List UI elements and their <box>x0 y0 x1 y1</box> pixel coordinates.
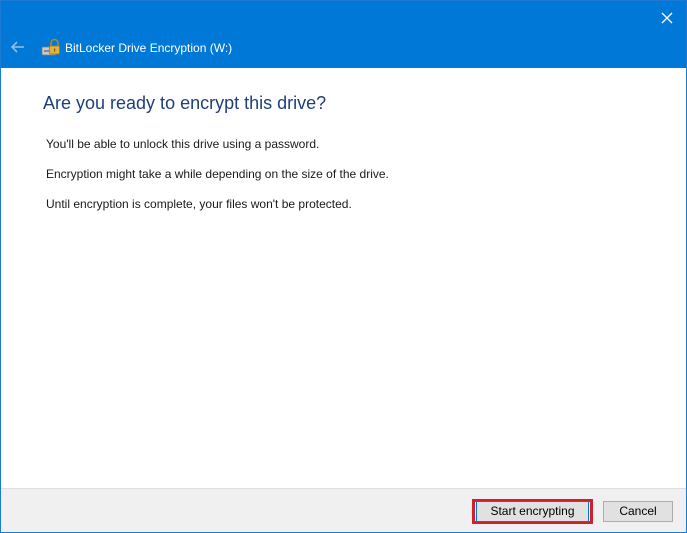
title-bar: BitLocker Drive Encryption (W:) <box>1 1 686 68</box>
back-arrow-icon <box>10 41 24 53</box>
cancel-button[interactable]: Cancel <box>603 501 673 522</box>
close-button[interactable] <box>656 7 678 29</box>
info-line-duration: Encryption might take a while depending … <box>46 167 389 181</box>
main-content: Are you ready to encrypt this drive? You… <box>1 68 686 488</box>
start-encrypting-button[interactable]: Start encrypting <box>476 501 589 522</box>
button-bar: Start encrypting Cancel <box>1 488 686 532</box>
window-title: BitLocker Drive Encryption (W:) <box>65 41 233 55</box>
bitlocker-window: BitLocker Drive Encryption (W:) Are you … <box>0 0 687 533</box>
bitlocker-drive-icon <box>41 38 61 58</box>
back-button[interactable] <box>9 38 27 56</box>
close-icon <box>661 12 673 24</box>
page-heading: Are you ready to encrypt this drive? <box>43 93 327 113</box>
info-line-protection: Until encryption is complete, your files… <box>46 197 352 211</box>
info-line-password: You'll be able to unlock this drive usin… <box>46 137 320 151</box>
